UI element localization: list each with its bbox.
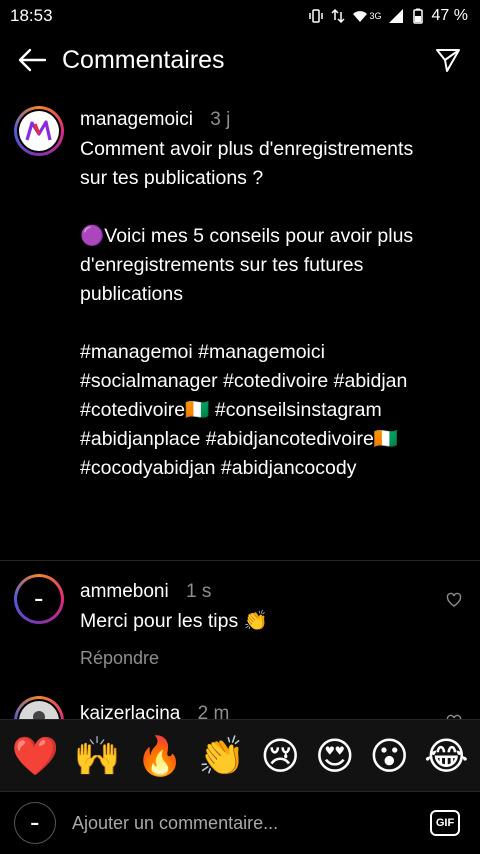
avatar[interactable] [14,106,64,156]
app-bar: Commentaires [0,32,480,88]
managemoici-logo-icon [25,120,52,141]
comment-body: ammeboni 1 s Merci pour les tips 👏 Répon… [80,580,440,669]
signal-icon [388,9,403,23]
comment-username[interactable]: ammeboni [80,581,169,602]
avatar-logo-icon: ▬ [31,819,39,827]
emoji-raised-hands-button[interactable]: 🙌 [74,734,121,778]
send-icon [436,49,460,72]
comment-input[interactable] [70,811,430,835]
avatar-logo-icon: ▬ [35,595,43,603]
status-time: 18:53 [10,6,53,25]
avatar[interactable]: ▬ [14,574,64,624]
avatar[interactable] [14,696,64,719]
emoji-clap-button[interactable]: 👏 [198,734,245,778]
comment-username[interactable]: kaizerlacina [80,703,180,719]
vibrate-icon [308,9,323,23]
battery-icon [412,8,423,24]
emoji-heart-eyes-button[interactable]: 😍 [315,734,355,778]
comment-username[interactable]: managemoici [80,109,193,130]
comment-text: Comment avoir plus d'enregistrements sur… [80,138,414,479]
gif-button[interactable]: GIF [430,810,460,836]
comment-text: Merci pour les tips 👏 [80,610,268,632]
comment-body: managemoici 3 j Comment avoir plus d'enr… [80,108,440,483]
share-button[interactable] [430,42,466,78]
person-photo-icon [33,711,45,719]
back-button[interactable] [14,42,50,78]
emoji-fire-button[interactable]: 🔥 [136,734,183,778]
emoji-crying-button[interactable]: 😢 [260,734,300,778]
emoji-quick-bar: ❤️ 🙌 🔥 👏 😢 😍 😮 😂 [0,719,480,791]
comment-time: 1 s [186,581,212,602]
comment-time: 3 j [210,109,231,130]
heart-icon[interactable] [446,592,462,608]
battery-level: 47 % [431,7,468,24]
emoji-surprised-button[interactable]: 😮 [370,734,410,778]
status-bar: 18:53 3G 47 % [0,0,480,32]
comment-body: kaizerlacina 2 m [80,702,440,719]
back-arrow-icon [18,48,47,72]
current-user-avatar: ▬ [14,802,56,844]
comment-time: 2 m [197,703,230,719]
wifi-icon [352,11,367,22]
comment-composer: ▬ GIF [0,791,480,854]
reply-button[interactable]: Répondre [80,648,440,669]
status-icons: 3G 47 % [308,7,468,25]
divider [0,560,480,561]
comments-list[interactable]: managemoici 3 j Comment avoir plus d'enr… [0,96,480,719]
page-title: Commentaires [62,45,225,74]
data-arrows-icon [330,8,345,24]
network-type: 3G [369,11,382,21]
emoji-laughing-button[interactable]: 😂 [424,734,468,778]
emoji-heart-button[interactable]: ❤️ [11,734,58,778]
